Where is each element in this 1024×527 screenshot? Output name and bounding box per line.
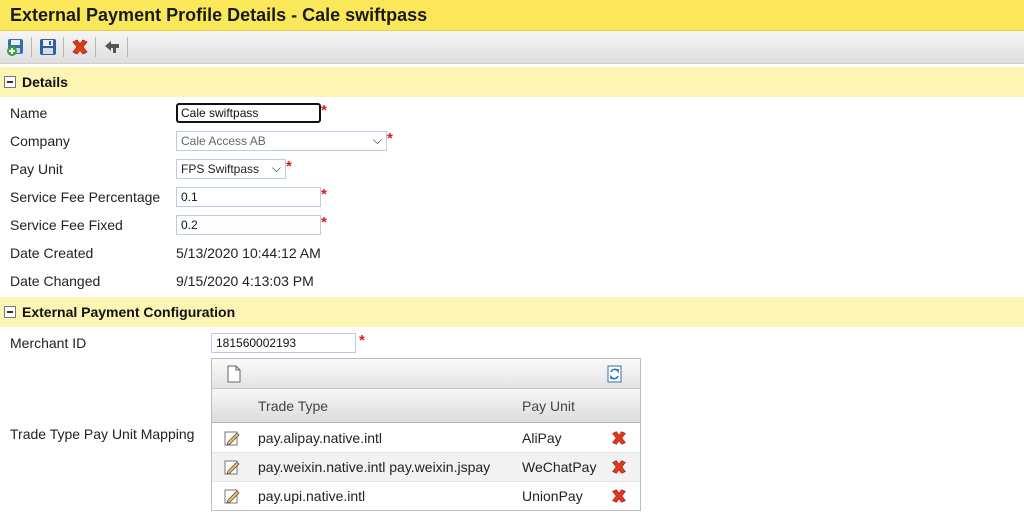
grid-toolbar xyxy=(212,359,640,389)
required-marker: * xyxy=(387,130,393,147)
refresh-icon xyxy=(607,365,622,383)
date-changed-value: 9/15/2020 4:13:03 PM xyxy=(176,273,314,289)
pay-unit-cell: WeChatPay xyxy=(522,459,597,475)
mapping-label: Trade Type Pay Unit Mapping xyxy=(10,426,195,442)
name-input[interactable]: Cale swiftpass xyxy=(176,103,321,123)
edit-icon[interactable] xyxy=(224,430,240,449)
table-row: pay.upi.native.intl UnionPay xyxy=(212,482,640,511)
delete-row-icon[interactable] xyxy=(610,487,628,508)
chevron-down-icon: ⌵ xyxy=(372,133,382,147)
pay-unit-label: Pay Unit xyxy=(10,161,63,177)
collapse-icon[interactable] xyxy=(4,76,16,88)
chevron-down-icon: ⌵ xyxy=(271,161,281,175)
merchant-id-label: Merchant ID xyxy=(10,335,87,351)
save-button[interactable] xyxy=(36,35,60,59)
merchant-id-input[interactable]: 181560002193 xyxy=(211,333,356,353)
table-row: pay.weixin.native.intl pay.weixin.jspay … xyxy=(212,453,640,482)
new-document-icon xyxy=(227,365,241,383)
date-created-value: 5/13/2020 10:44:12 AM xyxy=(176,245,321,261)
date-changed-label: Date Changed xyxy=(10,273,101,289)
floppy-disk-icon xyxy=(40,39,56,55)
main-toolbar xyxy=(0,31,1024,64)
pay-unit-cell: UnionPay xyxy=(522,488,583,504)
details-section-header[interactable]: Details xyxy=(0,67,1024,97)
red-x-icon xyxy=(72,39,88,55)
edit-icon[interactable] xyxy=(224,488,240,507)
col-trade-type[interactable]: Trade Type xyxy=(258,398,328,414)
refresh-button[interactable] xyxy=(606,365,624,386)
trade-type-cell: pay.weixin.native.intl pay.weixin.jspay xyxy=(258,459,491,475)
config-section-header[interactable]: External Payment Configuration xyxy=(0,297,1024,327)
page-title: External Payment Profile Details - Cale … xyxy=(0,0,1024,31)
back-button[interactable] xyxy=(100,35,124,59)
delete-row-icon[interactable] xyxy=(610,458,628,479)
required-marker: * xyxy=(286,158,292,175)
col-pay-unit[interactable]: Pay Unit xyxy=(522,398,575,414)
trade-type-mapping-grid: Trade Type Pay Unit pay.alipay.native.in… xyxy=(211,358,641,511)
required-marker: * xyxy=(359,332,365,349)
back-arrow-icon xyxy=(105,41,119,53)
table-row: pay.alipay.native.intl AliPay xyxy=(212,424,640,453)
service-fee-fixed-label: Service Fee Fixed xyxy=(10,217,123,233)
company-label: Company xyxy=(10,133,70,149)
save-and-new-button[interactable] xyxy=(4,35,28,59)
service-fee-fixed-input[interactable]: 0.2 xyxy=(176,215,321,235)
date-created-label: Date Created xyxy=(10,245,94,261)
pay-unit-select[interactable]: FPS Swiftpass ⌵ xyxy=(176,159,286,179)
delete-button[interactable] xyxy=(68,35,92,59)
pay-unit-cell: AliPay xyxy=(522,430,562,446)
grid-header: Trade Type Pay Unit xyxy=(212,389,640,423)
add-row-button[interactable] xyxy=(226,365,242,386)
name-label: Name xyxy=(10,105,48,121)
trade-type-cell: pay.upi.native.intl xyxy=(258,488,366,504)
required-marker: * xyxy=(321,102,327,119)
edit-icon[interactable] xyxy=(224,459,240,478)
delete-row-icon[interactable] xyxy=(610,429,628,450)
required-marker: * xyxy=(321,186,327,203)
service-fee-percentage-input[interactable]: 0.1 xyxy=(176,187,321,207)
trade-type-cell: pay.alipay.native.intl xyxy=(258,430,382,446)
company-select[interactable]: Cale Access AB ⌵ xyxy=(176,131,387,151)
required-marker: * xyxy=(321,214,327,231)
collapse-icon[interactable] xyxy=(4,306,16,318)
service-fee-percentage-label: Service Fee Percentage xyxy=(10,189,161,205)
save-add-icon xyxy=(7,39,23,56)
